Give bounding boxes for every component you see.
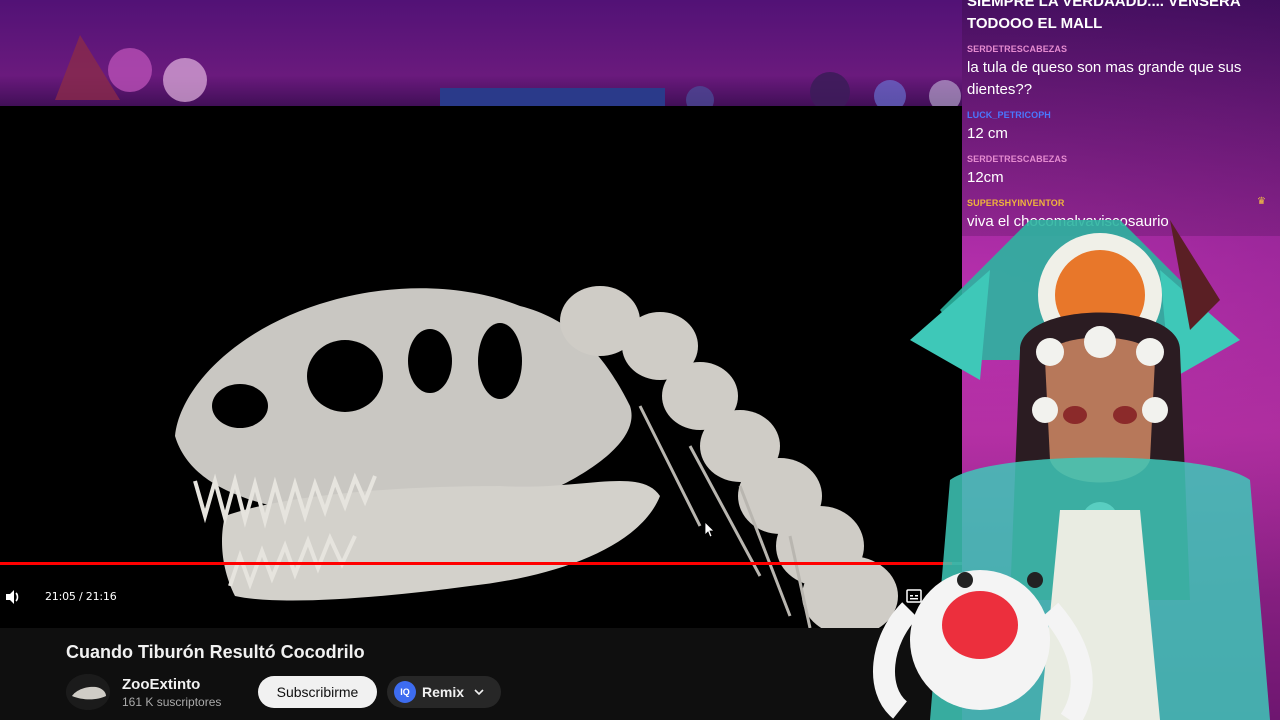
chat-message: LUCK_PETRICOPH 12 cm [967,110,1267,145]
channel-avatar[interactable] [66,674,110,710]
chat-username: SERDETRESCABEZAS [967,154,1068,164]
progress-fill [0,562,953,565]
chat-username: LUCK_PETRICOPH [967,110,1051,120]
remix-button[interactable]: IQ Remix [387,676,501,708]
vtuber-avatar [873,220,1270,720]
video-frame [0,106,962,628]
subscriber-count: 161 K suscriptores [122,695,222,709]
remix-icon: IQ [394,681,416,703]
video-player[interactable]: 21:05 / 21:16 [0,106,962,628]
video-info: Cuando Tiburón Resultó Cocodrilo ZooExti… [0,628,962,720]
volume-icon[interactable] [4,588,22,606]
channel-name[interactable]: ZooExtinto [122,676,200,693]
player-controls: 21:05 / 21:16 [0,582,962,612]
chat-message: SERDETRESCABEZAS la tula de queso son ma… [967,44,1267,101]
mouse-cursor-icon [705,522,715,538]
remix-label: Remix [422,684,465,700]
chat-message: SIEMPRE LA VERDAADD.... VENSERÁ TODOOO E… [967,0,1267,35]
chevron-down-icon[interactable] [474,687,484,697]
chat-username: SERDETRESCABEZAS [967,44,1068,54]
time-display: 21:05 / 21:16 [45,590,117,603]
background-decorations [55,35,961,114]
background-shelf [0,0,962,114]
video-title: Cuando Tiburón Resultó Cocodrilo [66,642,365,662]
progress-bar[interactable] [0,562,962,565]
subscribe-button[interactable]: Subscribirme [258,676,377,708]
chat-text: SIEMPRE LA VERDAADD.... VENSERÁ TODOOO E… [967,0,1241,32]
chat-text: 12 cm [967,125,1008,142]
chat-text: la tula de queso son mas grande que sus … [967,59,1242,98]
